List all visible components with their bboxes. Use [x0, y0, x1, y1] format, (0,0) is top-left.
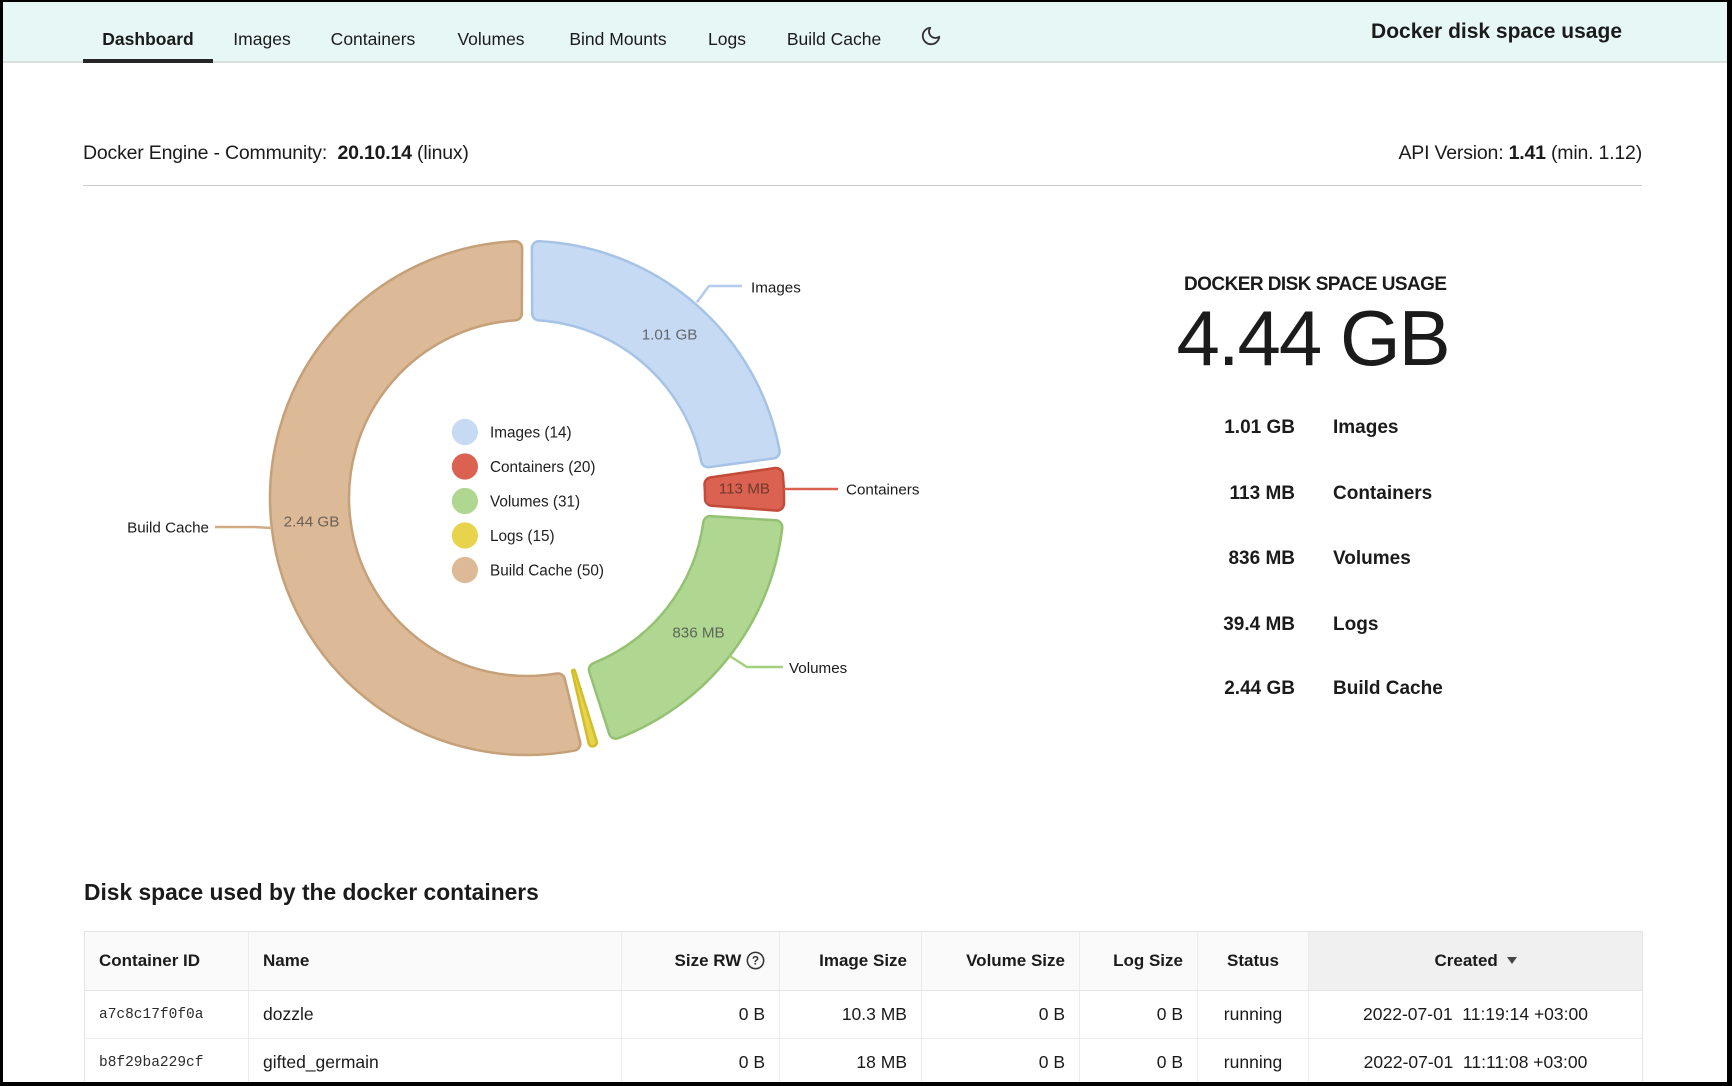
svg-text:113 MB: 113 MB	[719, 480, 770, 497]
svg-text:Build Cache: Build Cache	[127, 520, 209, 537]
svg-text:Logs (15): Logs (15)	[490, 528, 555, 545]
svg-text:2.44 GB: 2.44 GB	[284, 514, 340, 531]
svg-text:Images (14): Images (14)	[490, 425, 572, 442]
svg-text:Volumes (31): Volumes (31)	[490, 494, 580, 511]
svg-text:Containers: Containers	[846, 482, 920, 499]
svg-text:Volumes: Volumes	[789, 660, 848, 677]
svg-text:Containers (20): Containers (20)	[490, 459, 595, 476]
svg-text:Build Cache (50): Build Cache (50)	[490, 563, 604, 580]
svg-text:836 MB: 836 MB	[672, 624, 724, 641]
svg-text:1.01 GB: 1.01 GB	[642, 326, 698, 343]
svg-text:Images: Images	[751, 280, 801, 297]
svg-text:?: ?	[752, 953, 759, 967]
